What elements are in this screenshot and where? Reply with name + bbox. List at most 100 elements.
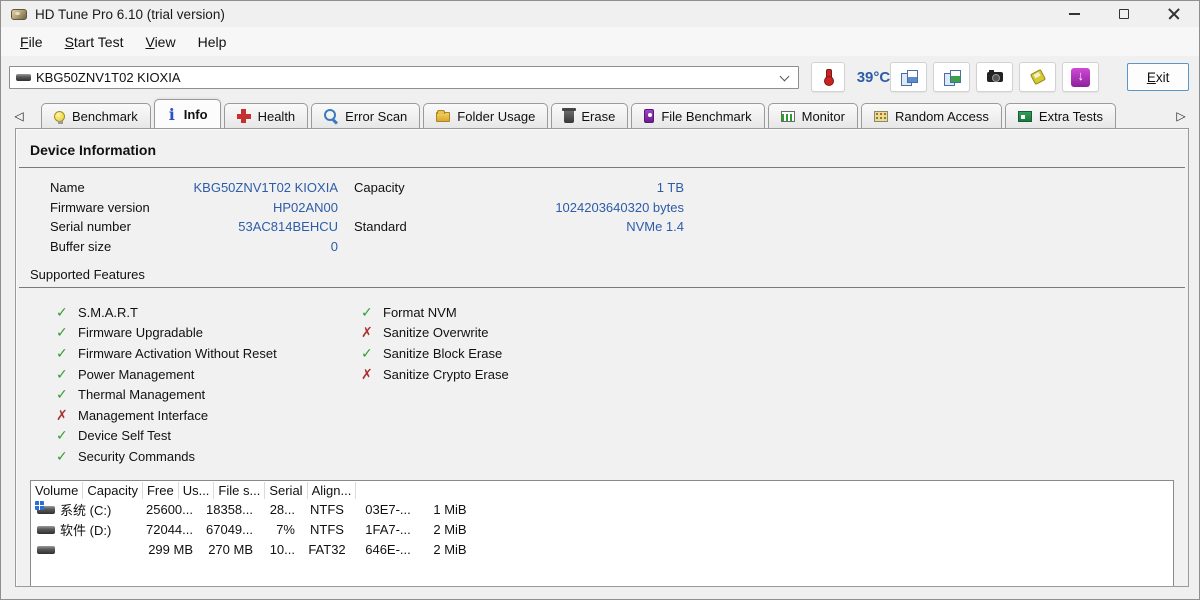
tab-monitor[interactable]: Monitor <box>768 103 858 128</box>
volume-table-header: Volume Capacity Free Us... File s... Ser… <box>31 481 1173 500</box>
exit-button[interactable]: Exit <box>1127 63 1189 91</box>
feature-row: Sanitize Overwrite <box>361 323 509 344</box>
cross-icon <box>361 324 383 341</box>
tab-random-access[interactable]: Random Access <box>861 103 1002 128</box>
app-window: HD Tune Pro 6.10 (trial version) File St… <box>0 0 1200 600</box>
info-panel: Device Information Name KBG50ZNV1T02 KIO… <box>15 128 1189 587</box>
tab-file-benchmark[interactable]: File Benchmark <box>631 103 764 128</box>
menu-item[interactable]: Start Test <box>54 30 135 54</box>
column-header[interactable]: File s... <box>214 482 265 499</box>
column-header[interactable]: Serial <box>265 482 307 499</box>
system-drive-icon <box>37 506 55 514</box>
copy-report-icon <box>901 70 917 85</box>
check-icon <box>56 448 78 465</box>
column-header[interactable]: Us... <box>179 482 215 499</box>
feature-row: Power Management <box>56 364 361 385</box>
volume-filesystem: NTFS <box>299 502 355 517</box>
erase-icon <box>564 111 574 123</box>
volume-filesystem: NTFS <box>299 522 355 537</box>
tab-error-scan[interactable]: Error Scan <box>311 103 420 128</box>
field-value: HP02AN00 <box>273 200 338 215</box>
field-row: Capacity 1 TB <box>354 178 684 198</box>
toolbar-buttons <box>890 62 1099 92</box>
tab-folder-usage[interactable]: Folder Usage <box>423 103 548 128</box>
menu-item[interactable]: File <box>9 30 54 54</box>
feature-label: Sanitize Overwrite <box>383 325 488 340</box>
feature-label: Power Management <box>78 367 194 382</box>
drive-icon <box>16 74 31 81</box>
window-title: HD Tune Pro 6.10 (trial version) <box>35 7 225 22</box>
field-row: Name KBG50ZNV1T02 KIOXIA <box>50 178 338 198</box>
check-icon <box>56 386 78 403</box>
feature-label: Firmware Activation Without Reset <box>78 346 277 361</box>
benchmark-icon <box>54 111 65 122</box>
feature-label: Thermal Management <box>78 387 205 402</box>
field-value: 53AC814BEHCU <box>238 219 338 234</box>
feature-label: Sanitize Block Erase <box>383 346 502 361</box>
field-label: Capacity <box>354 180 657 195</box>
folder-usage-icon <box>436 112 450 122</box>
volume-free: 18358... <box>197 502 257 517</box>
features-left: S.M.A.R.T Firmware Upgradable Firmware A… <box>56 302 361 467</box>
screenshot-button[interactable] <box>976 62 1013 92</box>
field-value: 0 <box>331 239 338 254</box>
column-header[interactable]: Capacity <box>83 482 143 499</box>
device-selector[interactable]: KBG50ZNV1T02 KIOXIA <box>9 66 799 89</box>
device-fields-right: Capacity 1 TB 1024203640320 bytes Standa… <box>354 178 684 256</box>
field-value: NVMe 1.4 <box>626 219 684 234</box>
save-button[interactable] <box>1019 62 1056 92</box>
feature-row: Device Self Test <box>56 426 361 447</box>
feature-label: S.M.A.R.T <box>78 305 138 320</box>
maximize-button[interactable] <box>1099 1 1149 27</box>
copy-image-button[interactable] <box>933 62 970 92</box>
close-button[interactable] <box>1149 1 1199 27</box>
table-row[interactable]: 系统 (C:) 25600... 18358... 28... NTFS 03E… <box>31 500 1173 520</box>
tab-benchmark[interactable]: Benchmark <box>41 103 151 128</box>
column-header[interactable]: Free <box>143 482 179 499</box>
field-row: Buffer size 0 <box>50 237 338 257</box>
tab-info[interactable]: Info <box>154 99 221 128</box>
download-button[interactable] <box>1062 62 1099 92</box>
field-value: 1024203640320 bytes <box>555 200 684 215</box>
temperature-button[interactable] <box>811 62 845 92</box>
field-row: Serial number 53AC814BEHCU <box>50 217 338 237</box>
field-row: 1024203640320 bytes <box>354 198 684 218</box>
volume-name: 系统 (C:) <box>60 500 111 519</box>
feature-row: Management Interface <box>56 405 361 426</box>
maximize-icon <box>1119 9 1129 19</box>
tab-health[interactable]: Health <box>224 103 309 128</box>
copy-report-button[interactable] <box>890 62 927 92</box>
table-row[interactable]: 软件 (D:) 72044... 67049... 7% NTFS 1FA7-.… <box>31 520 1173 540</box>
health-icon <box>237 109 251 123</box>
feature-row: Firmware Activation Without Reset <box>56 343 361 364</box>
volume-name: 软件 (D:) <box>60 520 111 539</box>
supported-features: S.M.A.R.T Firmware Upgradable Firmware A… <box>56 302 1188 467</box>
feature-row: Firmware Upgradable <box>56 323 361 344</box>
field-label: Buffer size <box>50 239 331 254</box>
field-row: Standard NVMe 1.4 <box>354 217 684 237</box>
error-scan-icon <box>324 109 338 123</box>
copy-image-icon <box>944 70 960 85</box>
menu-item[interactable]: View <box>134 30 186 54</box>
column-header[interactable]: Align... <box>308 482 357 499</box>
features-right: Format NVM Sanitize Overwrite Sanitize B… <box>361 302 509 467</box>
cross-icon <box>56 407 78 424</box>
volume-usage: 7% <box>257 522 299 537</box>
tab-scroll-left-button[interactable]: ◁ <box>7 103 31 128</box>
column-header[interactable]: Volume <box>31 482 83 499</box>
field-label: Standard <box>354 219 626 234</box>
menu-item[interactable]: Help <box>187 30 238 54</box>
tab-extra-tests[interactable]: Extra Tests <box>1005 103 1116 128</box>
table-row[interactable]: 299 MB 270 MB 10... FAT32 646E-... 2 MiB <box>31 540 1173 560</box>
field-label: Name <box>50 180 193 195</box>
tab-erase[interactable]: Erase <box>551 103 628 128</box>
minimize-button[interactable] <box>1049 1 1099 27</box>
feature-label: Firmware Upgradable <box>78 325 203 340</box>
feature-label: Sanitize Crypto Erase <box>383 367 509 382</box>
divider <box>19 287 1185 288</box>
field-label: Firmware version <box>50 200 273 215</box>
tab-scroll-right-button[interactable]: ▷ <box>1169 103 1193 128</box>
check-icon <box>56 427 78 444</box>
field-label: Serial number <box>50 219 238 234</box>
thermometer-icon <box>822 69 834 86</box>
